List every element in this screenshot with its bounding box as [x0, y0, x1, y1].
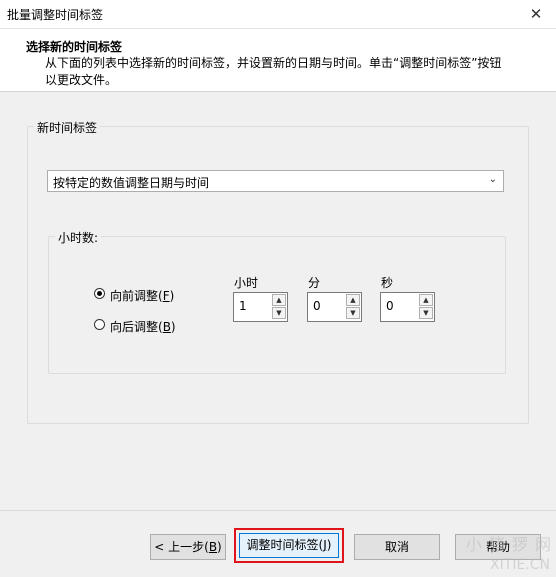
radio-backward[interactable]: 向后调整(B) [94, 318, 184, 334]
new-tag-group-label: 新时间标签 [34, 119, 101, 136]
radio-backward-label: 向后调整(B) [110, 320, 176, 334]
title-bar: 批量调整时间标签 ✕ [0, 0, 556, 29]
radio-forward-indicator[interactable] [94, 288, 105, 299]
radio-forward[interactable]: 向前调整(F) [94, 287, 184, 303]
cancel-button[interactable]: 取消 [354, 534, 440, 560]
hour-spinner[interactable]: 1 ▲ ▼ [233, 292, 288, 322]
minute-spin-buttons: ▲ ▼ [346, 294, 360, 320]
hour-value[interactable]: 1 [239, 299, 247, 313]
spin-down-icon[interactable]: ▼ [272, 307, 286, 319]
spin-down-icon[interactable]: ▼ [346, 307, 360, 319]
second-spinner[interactable]: 0 ▲ ▼ [380, 292, 435, 322]
minute-value[interactable]: 0 [313, 299, 321, 313]
page-heading: 选择新的时间标签 [26, 40, 123, 54]
adjust-mode-value: 按特定的数值调整日期与时间 [53, 176, 210, 190]
spin-up-icon[interactable]: ▲ [272, 294, 286, 306]
page-description: 从下面的列表中选择新的时间标签，并设置新的日期与时间。单击“调整时间标签”按钮以… [45, 56, 502, 87]
spin-down-icon[interactable]: ▼ [419, 307, 433, 319]
chevron-down-icon: ⌄ [488, 174, 497, 185]
minute-label: 分 [308, 276, 321, 290]
hour-spin-buttons: ▲ ▼ [272, 294, 286, 320]
wizard-header: 选择新的时间标签 从下面的列表中选择新的时间标签，并设置新的日期与时间。单击“调… [0, 29, 556, 92]
footer-divider [0, 510, 556, 511]
spin-up-icon[interactable]: ▲ [346, 294, 360, 306]
radio-backward-indicator[interactable] [94, 319, 105, 330]
adjust-mode-select[interactable]: 按特定的数值调整日期与时间 ⌄ [47, 170, 504, 192]
second-spin-buttons: ▲ ▼ [419, 294, 433, 320]
adjust-timestamp-button[interactable]: 调整时间标签(J) [239, 533, 339, 558]
second-label: 秒 [381, 276, 394, 290]
minute-spinner[interactable]: 0 ▲ ▼ [307, 292, 362, 322]
help-button[interactable]: 帮助 [455, 534, 541, 560]
adjust-button-highlight: 调整时间标签(J) [234, 528, 344, 563]
spin-up-icon[interactable]: ▲ [419, 294, 433, 306]
radio-forward-label: 向前调整(F) [110, 289, 175, 303]
window-title: 批量调整时间标签 [7, 8, 104, 22]
second-value[interactable]: 0 [386, 299, 394, 313]
close-icon[interactable]: ✕ [526, 4, 546, 24]
hours-group-label: 小时数: [55, 229, 102, 246]
hour-label: 小时 [234, 276, 259, 290]
back-button[interactable]: < 上一步(B) [150, 534, 226, 560]
wizard-content: 新时间标签 按特定的数值调整日期与时间 ⌄ 小时数: 向前调整(F) 向后调整(… [0, 92, 556, 577]
